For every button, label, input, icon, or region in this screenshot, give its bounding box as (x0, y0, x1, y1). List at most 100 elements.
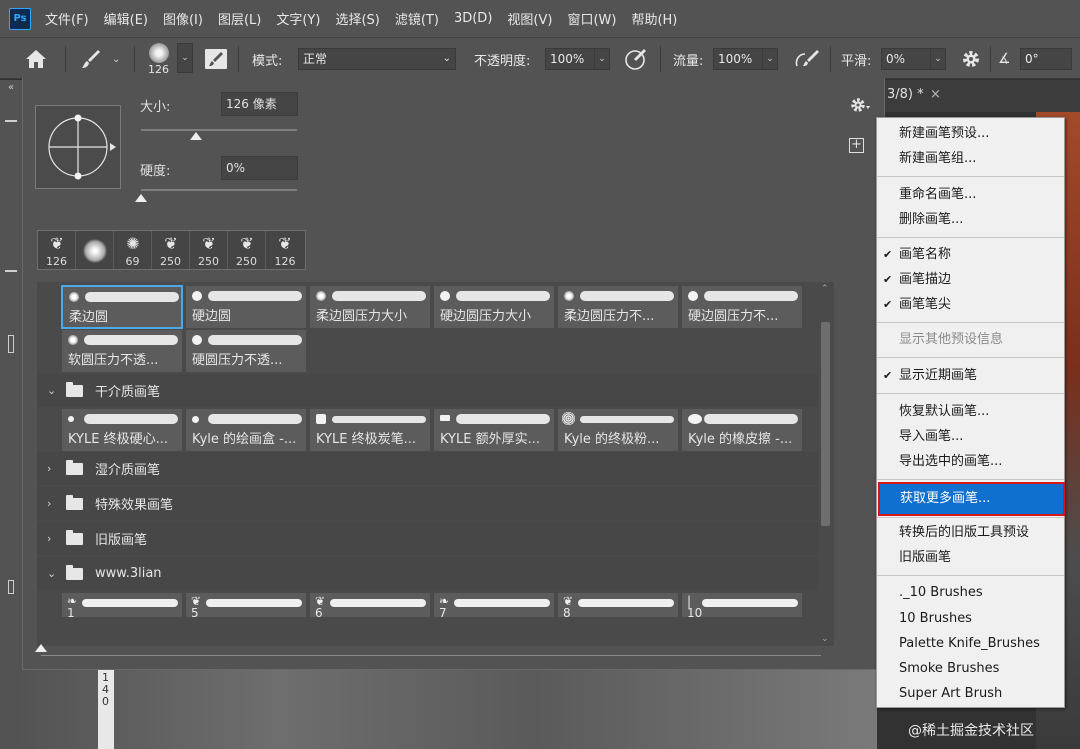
airbrush-icon[interactable] (793, 38, 821, 80)
brush-picker-dropdown-icon[interactable]: ⌄ (177, 43, 193, 73)
menu-item-new-group[interactable]: 新建画笔组... (877, 146, 1064, 171)
menu-select[interactable]: 选择(S) (335, 9, 379, 28)
recent-brush[interactable] (76, 231, 114, 269)
brush-item[interactable]: KYLE 终极炭笔... (309, 408, 431, 452)
hardness-slider[interactable] (141, 189, 297, 191)
menu-item-brush-name[interactable]: ✔ 画笔名称 (877, 242, 1064, 267)
brush-item[interactable]: 柔边圆压力不... (557, 285, 679, 329)
menu-item-import[interactable]: 导入画笔... (877, 424, 1064, 449)
menu-3d[interactable]: 3D(D) (454, 11, 492, 26)
menu-item-legacy-brushes[interactable]: 旧版画笔 (877, 545, 1064, 570)
chevron-down-icon[interactable]: ⌄ (47, 384, 61, 397)
menu-item-converted-legacy-presets[interactable]: 转换后的旧版工具预设 (877, 520, 1064, 545)
brush-item[interactable]: ❦ 8 (557, 592, 679, 620)
scrollbar-thumb[interactable] (821, 322, 830, 526)
hardness-slider-thumb[interactable] (135, 194, 147, 202)
brush-item[interactable]: 硬边圆压力大小 (433, 285, 555, 329)
recent-brush[interactable]: ❦ 126 (266, 231, 304, 269)
recent-brush[interactable]: ❦ 250 (152, 231, 190, 269)
document-tab-title[interactable]: 3/8) * (887, 87, 924, 102)
brush-group-legacy[interactable]: › 旧版画笔 (37, 522, 834, 555)
brush-item[interactable]: 软圆压力不透... (61, 329, 183, 373)
menu-item-brush-library[interactable]: Smoke Brushes (877, 656, 1064, 681)
menu-filter[interactable]: 滤镜(T) (395, 9, 439, 28)
brush-group-wet-media[interactable]: › 湿介质画笔 (37, 452, 834, 485)
preview-size-slider-thumb[interactable] (35, 644, 47, 652)
brush-item[interactable]: ❧ 7 (433, 592, 555, 620)
menu-image[interactable]: 图像(I) (163, 9, 203, 28)
brush-item[interactable]: | 10 (681, 592, 803, 620)
flow-dropdown-icon[interactable]: ⌄ (762, 48, 778, 70)
opacity-field[interactable]: 100% (545, 48, 595, 70)
smoothing-field[interactable]: 0% (881, 48, 931, 70)
scroll-down-icon[interactable]: ⌄ (821, 634, 829, 644)
menu-item-brush-library[interactable]: 10 Brushes (877, 606, 1064, 631)
menu-help[interactable]: 帮助(H) (631, 9, 677, 28)
brush-group-dry-media[interactable]: ⌄ 干介质画笔 (37, 374, 834, 407)
chevron-down-icon[interactable]: ⌄ (47, 567, 61, 580)
menu-item-brush-library[interactable]: ._10 Brushes (877, 580, 1064, 605)
mode-select[interactable]: 正常 ⌄ (298, 48, 456, 70)
menu-item-restore-defaults[interactable]: 恢复默认画笔... (877, 399, 1064, 424)
close-tab-icon[interactable]: × (930, 87, 941, 102)
size-slider-thumb[interactable] (189, 132, 202, 140)
size-slider[interactable] (141, 129, 297, 131)
home-icon[interactable] (24, 38, 48, 80)
chevron-right-icon[interactable]: › (47, 462, 61, 475)
flow-field[interactable]: 100% (713, 48, 763, 70)
brush-item[interactable]: Kyle 的终极粉... (557, 408, 679, 452)
hardness-field[interactable]: 0% (221, 156, 298, 180)
menu-item-new-preset[interactable]: 新建画笔预设... (877, 121, 1064, 146)
brush-item[interactable]: 硬边圆压力不... (681, 285, 803, 329)
brush-item[interactable]: 柔边圆压力大小 (309, 285, 431, 329)
menu-item-get-more-brushes[interactable]: 获取更多画笔... (878, 482, 1065, 516)
brush-item[interactable]: Kyle 的绘画盒 -... (185, 408, 307, 452)
opacity-dropdown-icon[interactable]: ⌄ (594, 48, 610, 70)
recent-brush[interactable]: ❦ 126 (38, 231, 76, 269)
menu-item-delete[interactable]: 删除画笔... (877, 207, 1064, 232)
menu-item-export-selected[interactable]: 导出选中的画笔... (877, 449, 1064, 474)
menu-item-brush-tip[interactable]: ✔ 画笔笔尖 (877, 292, 1064, 317)
smoothing-dropdown-icon[interactable]: ⌄ (930, 48, 946, 70)
brush-group-www-3lian[interactable]: ⌄ www.3lian (37, 557, 834, 590)
brush-item[interactable]: ❦ 5 (185, 592, 307, 620)
menu-item-rename[interactable]: 重命名画笔... (877, 182, 1064, 207)
brush-item-soft-round[interactable]: 柔边圆 (61, 285, 183, 329)
recent-brush[interactable]: ❦ 250 (190, 231, 228, 269)
new-preset-icon[interactable]: + (849, 138, 864, 153)
brush-tip-preview[interactable] (35, 105, 121, 189)
size-field[interactable]: 126 像素 (221, 92, 298, 116)
pressure-opacity-icon[interactable] (624, 38, 648, 80)
panel-gear-icon[interactable] (849, 95, 873, 115)
collapse-panel-icon[interactable]: « (8, 82, 14, 93)
menu-view[interactable]: 视图(V) (507, 9, 552, 28)
brush-item[interactable]: ❦ 6 (309, 592, 431, 620)
recent-brush[interactable]: ❦ 250 (228, 231, 266, 269)
brush-item[interactable]: 硬圆压力不透... (185, 329, 307, 373)
brush-item[interactable]: ❧ 1 (61, 592, 183, 620)
brush-item[interactable]: KYLE 额外厚实... (433, 408, 555, 452)
brush-preset-picker[interactable]: 126 (148, 38, 169, 80)
angle-field[interactable]: 0° (1020, 48, 1072, 70)
menu-item-show-recent[interactable]: ✔ 显示近期画笔 (877, 363, 1064, 388)
scroll-up-icon[interactable]: ⌃ (821, 284, 829, 294)
brush-item[interactable]: Kyle 的橡皮擦 -... (681, 408, 803, 452)
brush-item[interactable]: KYLE 终极硬心... (61, 408, 183, 452)
menu-edit[interactable]: 编辑(E) (104, 9, 148, 28)
brush-tool-icon[interactable] (80, 38, 102, 80)
menu-layer[interactable]: 图层(L) (218, 9, 261, 28)
chevron-right-icon[interactable]: › (47, 532, 61, 545)
recent-brush[interactable]: ✺ 69 (114, 231, 152, 269)
preview-size-slider[interactable] (41, 655, 821, 656)
tool-preset-chevron-icon[interactable]: ⌄ (112, 38, 120, 80)
menu-item-brush-library[interactable]: Super Art Brush (877, 681, 1064, 706)
menu-item-brush-stroke[interactable]: ✔ 画笔描边 (877, 267, 1064, 292)
brush-group-special-effects[interactable]: › 特殊效果画笔 (37, 487, 834, 520)
brush-settings-panel-icon[interactable] (204, 38, 228, 80)
brush-item-hard-round[interactable]: 硬边圆 (185, 285, 307, 329)
menu-item-brush-library[interactable]: Palette Knife_Brushes (877, 631, 1064, 656)
chevron-right-icon[interactable]: › (47, 497, 61, 510)
menu-file[interactable]: 文件(F) (45, 9, 89, 28)
gear-icon[interactable] (960, 38, 982, 80)
menu-window[interactable]: 窗口(W) (567, 9, 616, 28)
